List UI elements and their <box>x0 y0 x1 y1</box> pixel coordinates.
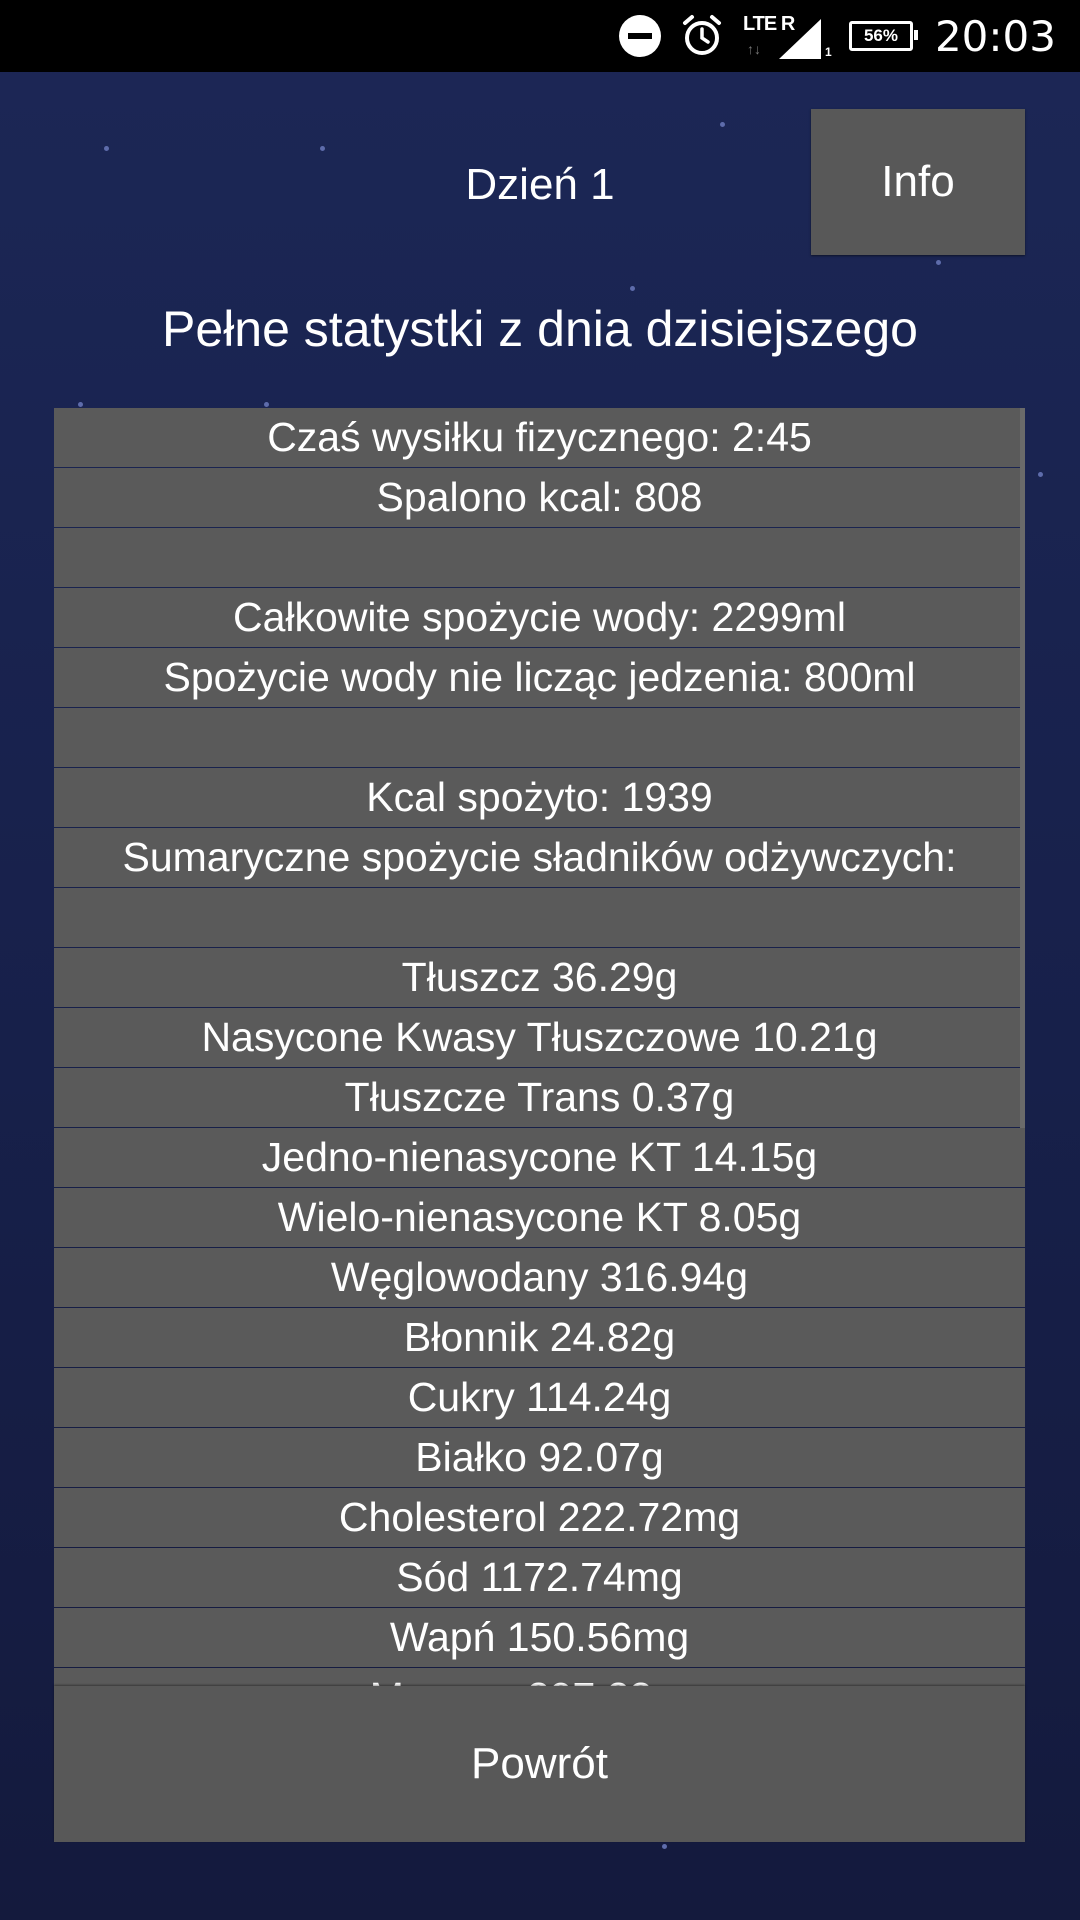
stat-row: Wielo-nienasycone KT 8.05g <box>54 1188 1025 1247</box>
stat-row: Sód 1172.74mg <box>54 1548 1025 1607</box>
stat-row: Magnez 297.23mg <box>54 1668 1025 1686</box>
do-not-disturb-icon <box>618 15 661 57</box>
stat-row: Wapń 150.56mg <box>54 1608 1025 1667</box>
info-button-label: Info <box>881 157 955 206</box>
battery-level: 56% <box>863 26 898 45</box>
stat-row: Spalono kcal: 808 <box>54 468 1025 527</box>
scrollbar[interactable] <box>1020 408 1025 1128</box>
stat-row: Czaś wysiłku fizycznego: 2:45 <box>54 408 1025 467</box>
stat-row: Tłuszcz 36.29g <box>54 948 1025 1007</box>
stat-row <box>54 528 1025 587</box>
signal-lte-icon: LTE R ↑↓ 1 <box>742 13 832 59</box>
status-bar: LTE R ↑↓ 1 56% 20:03 <box>0 0 1080 72</box>
stat-row: Nasycone Kwasy Tłuszczowe 10.21g <box>54 1008 1025 1067</box>
stat-row <box>54 888 1025 947</box>
stat-row: Jedno-nienasycone KT 14.15g <box>54 1128 1025 1187</box>
stat-row: Sumaryczne spożycie sładników odżywczych… <box>54 828 1025 887</box>
back-button-label: Powrót <box>471 1739 608 1788</box>
stat-row: Węglowodany 316.94g <box>54 1248 1025 1307</box>
alarm-icon <box>679 13 725 59</box>
stat-row: Białko 92.07g <box>54 1428 1025 1487</box>
stat-row: Tłuszcze Trans 0.37g <box>54 1068 1025 1127</box>
stat-row <box>54 708 1025 767</box>
battery-icon: 56% <box>848 21 918 51</box>
info-button[interactable]: Info <box>811 109 1025 255</box>
back-button[interactable]: Powrót <box>54 1686 1025 1842</box>
stat-row: Spożycie wody nie licząc jedzenia: 800ml <box>54 648 1025 707</box>
status-icons: LTE R ↑↓ 1 56% 20:03 <box>601 10 1056 62</box>
stat-row: Całkowite spożycie wody: 2299ml <box>54 588 1025 647</box>
stats-list[interactable]: Czaś wysiłku fizycznego: 2:45 Spalono kc… <box>54 408 1025 1686</box>
status-clock: 20:03 <box>934 11 1056 61</box>
page-heading: Pełne statystki z dnia dzisiejszego <box>162 301 918 357</box>
stat-row: Cholesterol 222.72mg <box>54 1488 1025 1547</box>
stat-row: Cukry 114.24g <box>54 1368 1025 1427</box>
stat-row: Kcal spożyto: 1939 <box>54 768 1025 827</box>
stat-row: Błonnik 24.82g <box>54 1308 1025 1367</box>
